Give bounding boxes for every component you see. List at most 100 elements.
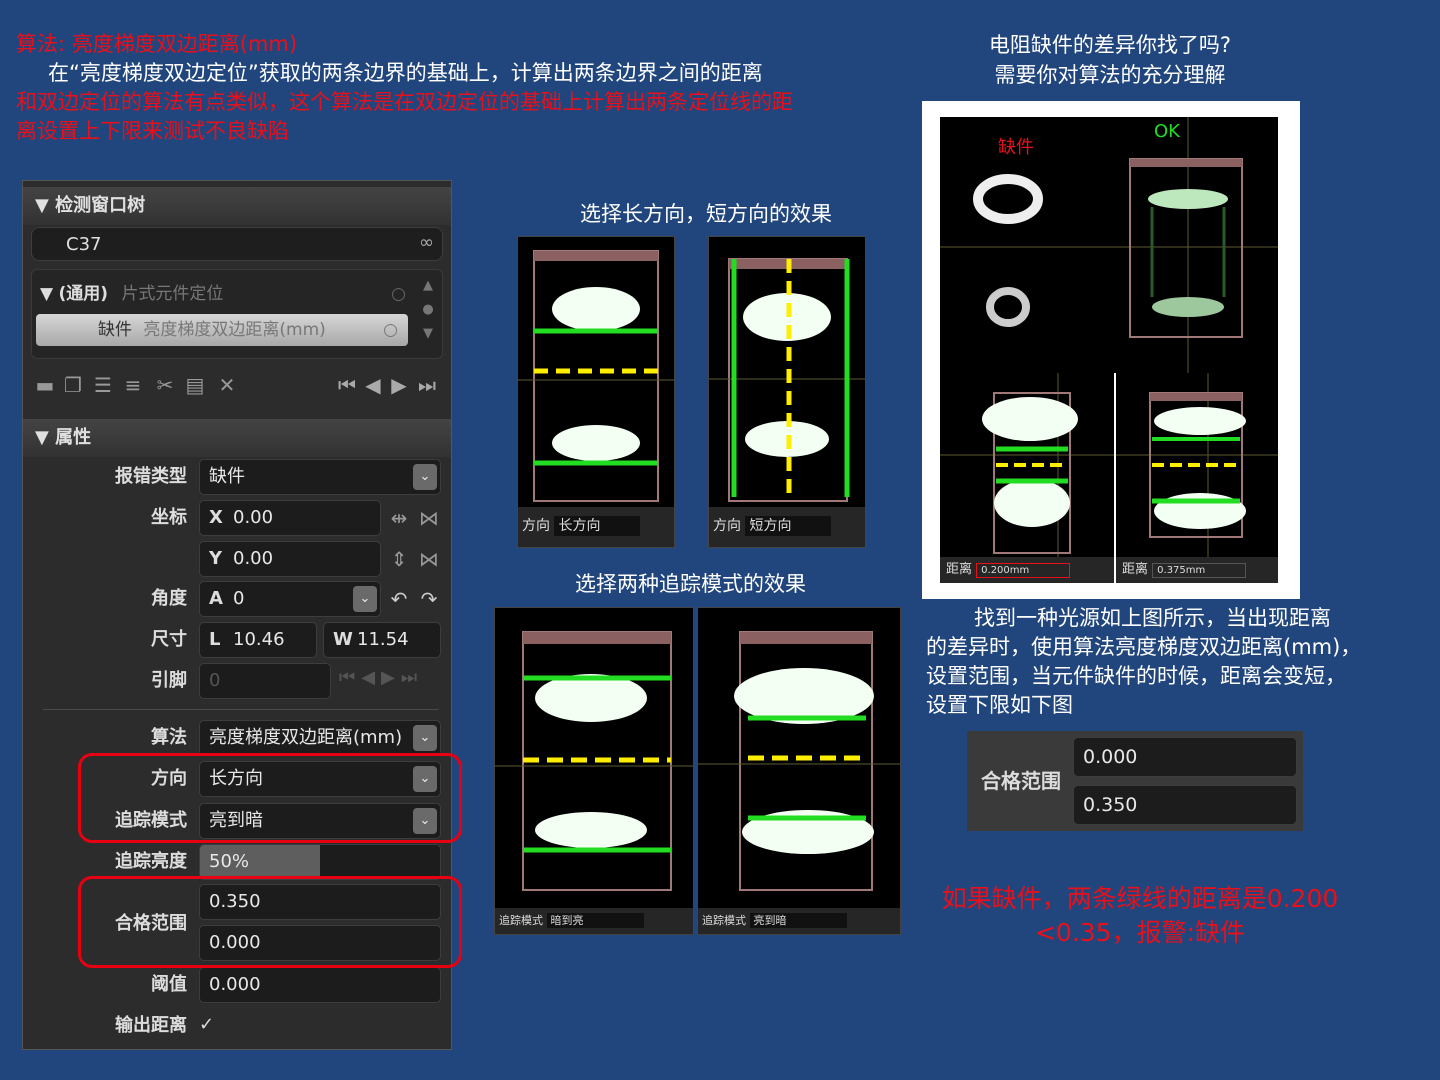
l-field[interactable]: L 10.46 [199, 622, 317, 658]
component-field[interactable]: C37 ∞ [31, 227, 443, 261]
explain-line1: 找到一种光源如上图所示，当出现距离 [974, 606, 1331, 630]
prev-icon: ◀ [361, 667, 382, 688]
conclusion-text: 如果缺件，两条绿线的距离是0.200 <0.35，报警:缺件 [920, 882, 1360, 950]
defect-svg [940, 373, 1114, 557]
angle-select[interactable]: A 0 ⌄ [199, 581, 381, 617]
h-mirror-icon[interactable]: ⋈ [417, 506, 441, 530]
img4-label: 追踪模式 [702, 914, 746, 927]
track-bar-1: 追踪模式 暗到亮 [495, 908, 693, 934]
tree-title: 检测窗口树 [55, 195, 146, 216]
next-icon: ▶ [381, 667, 401, 688]
compare-top-image: 缺件 OK [940, 117, 1278, 373]
l-prefix: L [209, 629, 221, 650]
range-box-v1[interactable]: 0.000 [1073, 737, 1297, 777]
prev-icon[interactable]: ◀ [361, 373, 385, 397]
chevron-down-icon[interactable]: ⌄ [413, 464, 437, 490]
right-title: 电阻缺件的差异你找了吗? 需要你对算法的充分理解 [940, 30, 1280, 90]
output-checkbox[interactable]: ✓ [199, 1015, 219, 1035]
conclusion-line1: 如果缺件，两条绿线的距离是0.200 [941, 884, 1339, 913]
props-header[interactable]: ▼ 属性 [23, 419, 451, 457]
error-type-label: 报错类型 [115, 466, 187, 487]
size-label: 尺寸 [151, 629, 187, 650]
angle-label: 角度 [151, 588, 187, 609]
track-dark-to-bright-image: 追踪模式 暗到亮 [494, 607, 694, 935]
y-prefix: Y [209, 548, 223, 569]
track-bright-slider[interactable]: 50% [199, 844, 441, 880]
v-mirror-icon[interactable]: ⋈ [417, 547, 441, 571]
node2-prefix: 缺件 [98, 320, 132, 340]
direction-bar-1: 方向 长方向 [518, 507, 674, 547]
explain-line2: 的差异时，使用算法亮度梯度双边距离(mm)， [926, 635, 1362, 659]
divider [43, 709, 439, 710]
tree-node-general[interactable]: ▼ (通用) 片式元件定位 ○ [40, 278, 410, 310]
link-icon[interactable]: ∞ [419, 232, 434, 253]
rotate-left-icon[interactable]: ↶ [387, 587, 411, 611]
paste-icon[interactable]: ▤ [183, 373, 207, 397]
v-align-icon[interactable]: ⇕ [387, 547, 411, 571]
range-box-v2-value: 0.350 [1083, 794, 1138, 816]
chevron-down-icon[interactable]: ⌄ [353, 586, 377, 612]
x-prefix: X [209, 507, 223, 528]
pin-nav: ⏮◀▶⏭ [339, 667, 443, 695]
error-type-value: 缺件 [209, 466, 245, 487]
img3-label: 追踪模式 [499, 914, 543, 927]
compare-defect-image: 距离 0.200mm [940, 373, 1114, 583]
angle-value: 0 [233, 588, 245, 609]
range-box: 合格范围 0.000 0.350 [967, 731, 1303, 831]
expand-icon[interactable]: ▼ [40, 284, 53, 304]
explain-line4: 设置下限如下图 [926, 693, 1073, 717]
error-type-select[interactable]: 缺件 ⌄ [199, 459, 441, 495]
threshold-field[interactable]: 0.000 [199, 967, 441, 1003]
compare-top-svg [940, 117, 1278, 373]
img2-value: 短方向 [745, 516, 832, 536]
x-field[interactable]: X 0.00 [199, 500, 381, 536]
intro-line3: 和双边定位的算法有点类似，这个算法是在双边定位的基础上计算出两条定位线的距 [16, 90, 793, 114]
explain-line3: 设置范围，当元件缺件的时候，距离会变短， [926, 664, 1346, 688]
track-bright-to-dark-image: 追踪模式 亮到暗 [697, 607, 901, 935]
last-icon[interactable]: ⏭ [415, 373, 439, 397]
track-bar-2: 追踪模式 亮到暗 [698, 908, 900, 934]
pin-field: 0 [199, 663, 331, 699]
right-title-line2: 需要你对算法的充分理解 [994, 63, 1226, 87]
intro-line2: 在“亮度梯度双边定位”获取的两条边界的基础上，计算出两条边界之间的距离 [48, 61, 763, 85]
tree-scrollbar[interactable]: ▲ ● ▼ [420, 274, 436, 352]
image-icon[interactable]: ▬ [33, 373, 57, 397]
w-prefix: W [333, 629, 353, 650]
chevron-down-icon[interactable]: ⌄ [413, 725, 437, 751]
range-box-label: 合格范围 [981, 769, 1061, 793]
bright-to-dark-svg [698, 631, 900, 891]
x-value: 0.00 [233, 507, 274, 528]
last-icon: ⏭ [400, 667, 424, 688]
tree-header[interactable]: ▼ 检测窗口树 [23, 187, 451, 225]
dist-value-2: 0.375mm [1152, 563, 1247, 578]
w-value: 11.54 [357, 629, 409, 650]
cut-icon[interactable]: ✂ [153, 373, 177, 397]
range-box-v2[interactable]: 0.350 [1073, 785, 1297, 825]
y-field[interactable]: Y 0.00 [199, 541, 381, 577]
intro-line1: 算法: 亮度梯度双边距离(mm) [16, 32, 298, 56]
delete-icon[interactable]: ✕ [215, 373, 239, 397]
img1-label: 方向 [522, 518, 550, 534]
h-align-icon[interactable]: ⇹ [387, 506, 411, 530]
intro-text: 算法: 亮度梯度双边距离(mm) 在“亮度梯度双边定位”获取的两条边界的基础上，… [16, 30, 916, 146]
img2-label: 方向 [713, 518, 741, 534]
caption-direction: 选择长方向，短方向的效果 [580, 202, 832, 226]
ok-label: OK [1154, 121, 1180, 142]
copy-icon[interactable]: ❐ [61, 373, 85, 397]
conclusion-line2: <0.35，报警:缺件 [1034, 918, 1246, 947]
highlight-range [78, 876, 462, 968]
tree-node-selected[interactable]: 缺件 亮度梯度双边距离(mm) ○ [36, 314, 408, 346]
algo-select[interactable]: 亮度梯度双边距离(mm) ⌄ [199, 720, 441, 756]
align-icon[interactable]: ☰ [91, 373, 115, 397]
caption-track-mode: 选择两种追踪模式的效果 [575, 572, 806, 596]
defect-label: 缺件 [998, 137, 1034, 158]
rotate-right-icon[interactable]: ↷ [417, 587, 441, 611]
comparison-frame: 缺件 OK 距离 0.200mm 距离 0.375mm [922, 101, 1300, 599]
next-icon[interactable]: ▶ [387, 373, 411, 397]
explain-text: 找到一种光源如上图所示，当出现距离 的差异时，使用算法亮度梯度双边距离(mm)，… [926, 604, 1406, 720]
first-icon[interactable]: ⏮ [335, 373, 359, 397]
w-field[interactable]: W 11.54 [323, 622, 441, 658]
align2-icon[interactable]: ≡ [121, 373, 145, 397]
img1-value: 长方向 [554, 516, 641, 536]
pin-value: 0 [209, 670, 221, 691]
